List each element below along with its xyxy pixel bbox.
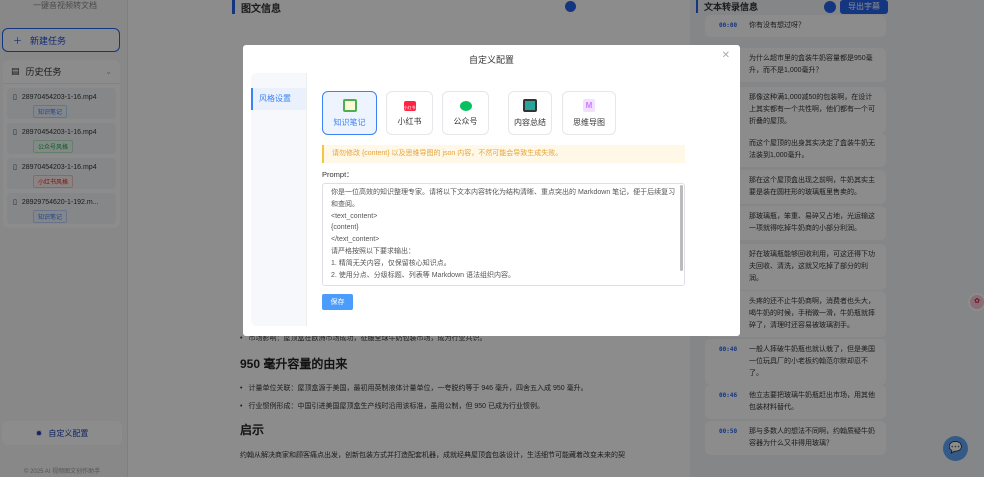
textarea-scrollbar[interactable] (680, 185, 683, 271)
style-card-wechat[interactable]: 公众号 (442, 91, 489, 135)
modal-nav: 风格设置 (251, 73, 307, 326)
style-label: 小红书 (397, 117, 422, 126)
prompt-textarea[interactable]: 你是一位高效的知识整理专家。请将以下文本内容转化为结构清晰、重点突出的 Mark… (322, 183, 685, 286)
save-button[interactable]: 保存 (322, 294, 353, 310)
prompt-label: Prompt： (322, 170, 354, 179)
style-label: 思维导图 (573, 118, 605, 127)
style-card-xiaohongshu[interactable]: 小红书 小红书 (386, 91, 433, 135)
modal-title: 自定义配置 (468, 55, 514, 65)
style-label: 公众号 (453, 117, 478, 126)
style-label: 知识笔记 (333, 118, 366, 127)
style-card-summary[interactable]: 内容总结 (508, 91, 552, 135)
summary-chart-icon (523, 99, 537, 112)
close-icon[interactable]: ✕ (722, 50, 730, 61)
mindmap-icon: M (583, 99, 595, 112)
style-label: 内容总结 (514, 118, 546, 127)
custom-config-modal: 自定义配置 ✕ 风格设置 知识笔记 小红书 小红书 公众号 内容总结 M 思维导图 … (243, 45, 740, 336)
notebook-icon (342, 99, 357, 112)
wechat-icon (459, 101, 472, 111)
nav-style-settings[interactable]: 风格设置 (251, 88, 306, 110)
style-card-knowledge-notes[interactable]: 知识笔记 (322, 91, 377, 135)
xiaohongshu-icon: 小红书 (403, 101, 416, 111)
style-card-mindmap[interactable]: M 思维导图 (562, 91, 616, 135)
warning-alert: 请勿修改 {content} 以及思维导图的 json 内容，不然可能会导致生成… (322, 145, 685, 163)
